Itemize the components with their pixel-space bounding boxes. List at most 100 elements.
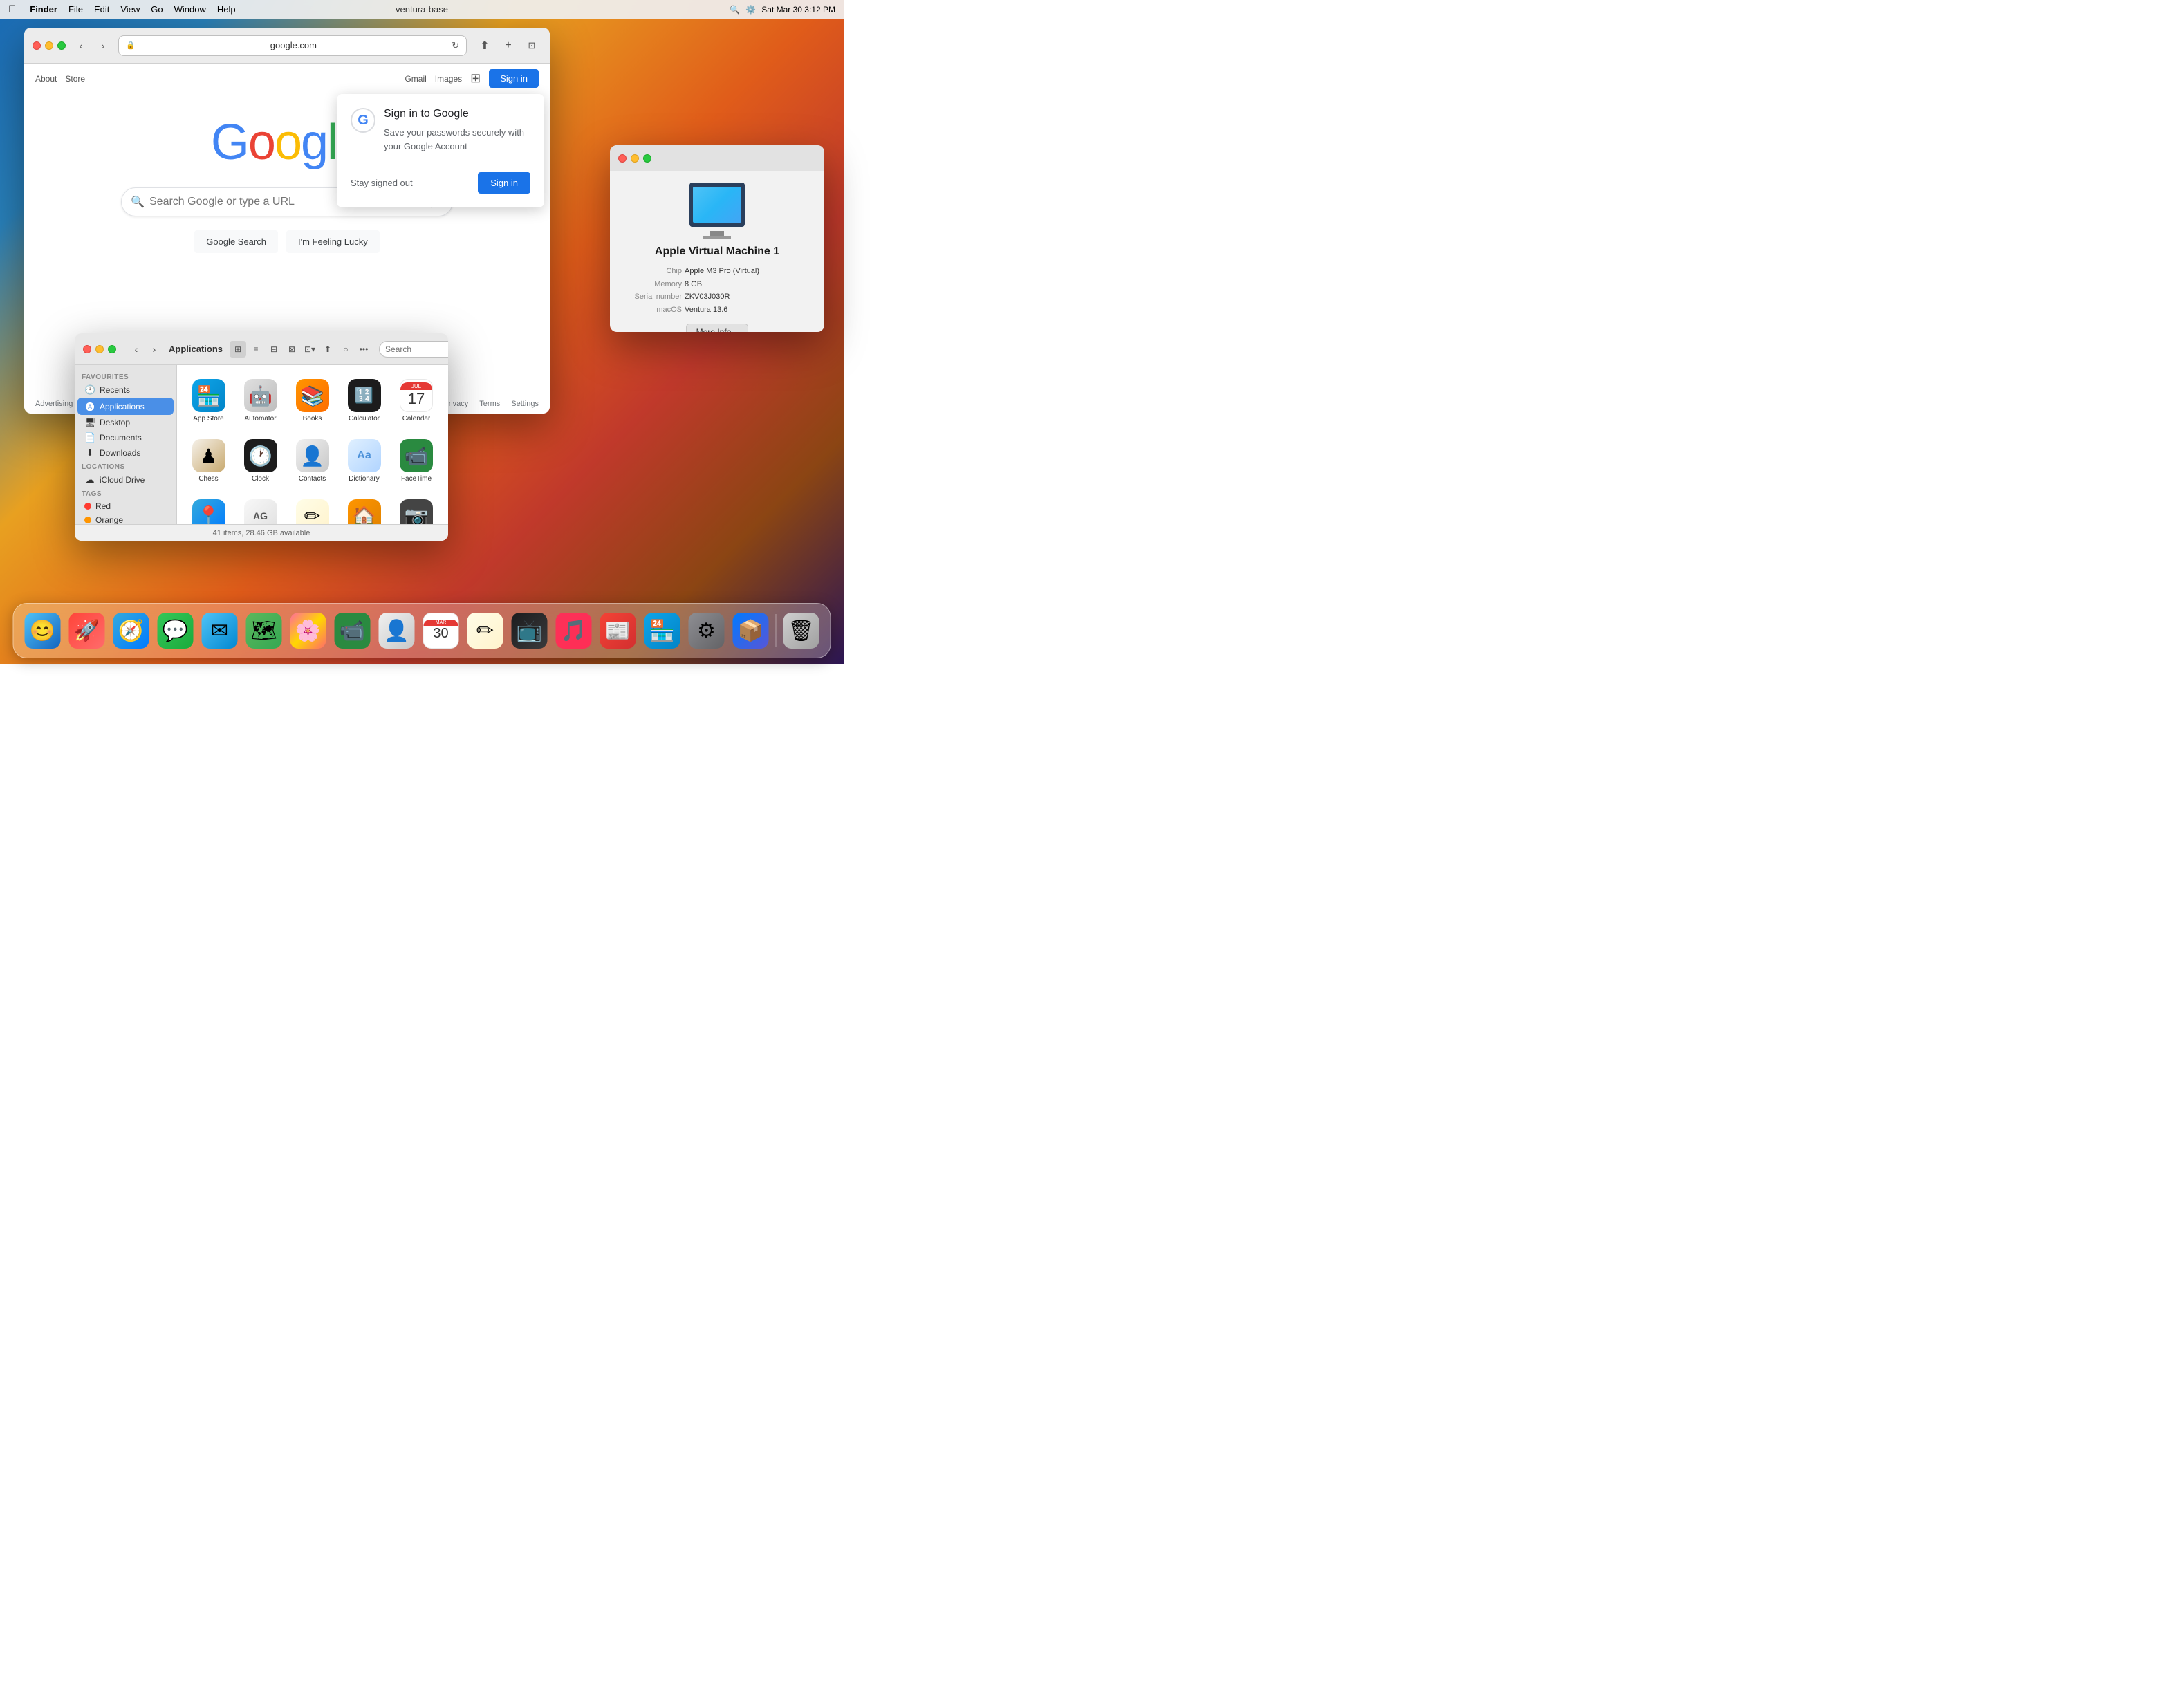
action-btn[interactable]: ⬆ [319,341,336,358]
sidebar-item-documents[interactable]: 📄 Documents [77,430,174,445]
finder-menu[interactable]: Finder [30,4,57,15]
new-tab-btn[interactable]: + [499,36,518,55]
go-menu[interactable]: Go [151,4,163,15]
app-books[interactable]: 📚 Books [289,373,335,428]
app-findmy[interactable]: 📍 Find My [185,494,232,524]
feeling-lucky-btn[interactable]: I'm Feeling Lucky [286,230,380,253]
gallery-view-btn[interactable]: ⊠ [284,341,300,358]
dock-launchpad[interactable]: 🚀 [66,610,108,651]
dock-photos[interactable]: 🌸 [288,610,329,651]
dock-safari[interactable]: 🧭 [111,610,152,651]
help-menu[interactable]: Help [217,4,236,15]
browser-fullscreen-btn[interactable] [57,41,66,50]
dock-finder[interactable]: 😊 [22,610,64,651]
about-mac-minimize-btn[interactable] [631,154,639,163]
dock: 😊 🚀 🧭 💬 ✉ 🗺 🌸 📹 👤 MAR 30 [13,603,831,658]
apple-menu[interactable]:  [8,3,16,15]
popup-sign-in-btn[interactable]: Sign in [478,172,530,194]
app-fontbook[interactable]: AG Font Book [237,494,284,524]
google-search-btn[interactable]: Google Search [194,230,278,253]
app-freeform[interactable]: ✏ Freeform [289,494,335,524]
finder-forward-btn[interactable]: › [147,342,162,357]
app-facetime[interactable]: 📹 FaceTime [393,434,440,488]
share-btn[interactable]: ⬆ [475,36,494,55]
serial-label: Serial number [627,290,682,304]
settings-link[interactable]: Settings [511,400,539,408]
apps-icon[interactable]: ⊞ [470,71,481,86]
group-btn[interactable]: ⊡▾ [302,341,318,358]
dock-news[interactable]: 📰 [597,610,639,651]
app-automator[interactable]: 🤖 Automator [237,373,284,428]
app-imagecapture[interactable]: 📷 Image Capture [393,494,440,524]
dock-trash[interactable]: 🗑 [781,610,822,651]
finder-back-btn[interactable]: ‹ [129,342,144,357]
dock-mail[interactable]: ✉ [199,610,241,651]
sidebar-item-icloud[interactable]: ☁ iCloud Drive [77,472,174,488]
stay-signed-out-link[interactable]: Stay signed out [351,178,413,188]
app-calculator[interactable]: 🔢 Calculator [341,373,387,428]
tag-orange[interactable]: Orange [77,513,174,524]
browser-forward-btn[interactable]: › [93,36,113,55]
sidebar-item-desktop[interactable]: 🖥 Desktop [77,415,174,430]
imagecapture-icon: 📷 [400,499,433,524]
finder-close-btn[interactable] [83,345,91,353]
advertising-link[interactable]: Advertising [35,400,73,408]
more-info-btn[interactable]: More Info... [686,324,749,332]
sidebar-item-downloads[interactable]: ⬇ Downloads [77,445,174,461]
about-mac-traffic-lights [618,154,651,163]
more-btn[interactable]: ••• [355,341,372,358]
sidebar-item-recents[interactable]: 🕐 Recents [77,382,174,398]
browser-back-btn[interactable]: ‹ [71,36,91,55]
search-icon[interactable]: 🔍 [730,5,740,15]
sign-in-btn[interactable]: Sign in [489,69,539,88]
about-mac-close-btn[interactable] [618,154,627,163]
app-calendar[interactable]: JUL 17 Calendar [393,373,440,428]
reload-btn[interactable]: ↻ [452,40,459,51]
dock-facetime[interactable]: 📹 [332,610,373,651]
app-home[interactable]: 🏠 Home [341,494,387,524]
show-tabs-btn[interactable]: ⊡ [522,36,541,55]
dock-freeform[interactable]: ✏ [465,610,506,651]
images-link[interactable]: Images [435,74,462,84]
about-link[interactable]: About [35,74,57,84]
browser-nav: ‹ › [71,36,113,55]
app-dictionary[interactable]: Aa Dictionary [341,434,387,488]
app-chess[interactable]: ♟ Chess [185,434,232,488]
icon-view-btn[interactable]: ⊞ [230,341,246,358]
column-view-btn[interactable]: ⊟ [266,341,282,358]
app-contacts[interactable]: 👤 Contacts [289,434,335,488]
url-bar[interactable]: 🔒 google.com ↻ [118,35,467,56]
appstore-dock-icon: 🏪 [644,613,680,649]
dock-appstore[interactable]: 🏪 [642,610,683,651]
view-menu[interactable]: View [120,4,140,15]
finder-fullscreen-btn[interactable] [108,345,116,353]
app-clock[interactable]: 🕐 Clock [237,434,284,488]
sidebar-item-applications[interactable]: 🅐 Applications [77,398,174,415]
about-mac-fullscreen-btn[interactable] [643,154,651,163]
finder-minimize-btn[interactable] [95,345,104,353]
gmail-link[interactable]: Gmail [405,74,426,84]
dock-messages[interactable]: 💬 [155,610,196,651]
tag-red[interactable]: Red [77,499,174,513]
browser-minimize-btn[interactable] [45,41,53,50]
app-appstore[interactable]: 🏪 App Store [185,373,232,428]
dock-systemprefs[interactable]: ⚙ [686,610,727,651]
appstore-icon: 🏪 [192,379,225,412]
list-view-btn[interactable]: ≡ [248,341,264,358]
browser-close-btn[interactable] [33,41,41,50]
dock-calendar[interactable]: MAR 30 [420,610,462,651]
dock-maps[interactable]: 🗺 [243,610,285,651]
finder-search-input[interactable] [379,341,448,358]
dock-music[interactable]: 🎵 [553,610,595,651]
dock-tv[interactable]: 📺 [509,610,550,651]
edit-menu[interactable]: Edit [94,4,109,15]
window-menu[interactable]: Window [174,4,206,15]
browser-header: About Store Gmail Images ⊞ Sign in [24,64,550,93]
share-btn[interactable]: ○ [337,341,354,358]
dock-canister[interactable]: 📦 [730,610,772,651]
file-menu[interactable]: File [68,4,83,15]
terms-link[interactable]: Terms [479,400,500,408]
control-center-icon[interactable]: ⚙️ [745,5,756,15]
dock-contacts[interactable]: 👤 [376,610,418,651]
store-link[interactable]: Store [65,74,85,84]
